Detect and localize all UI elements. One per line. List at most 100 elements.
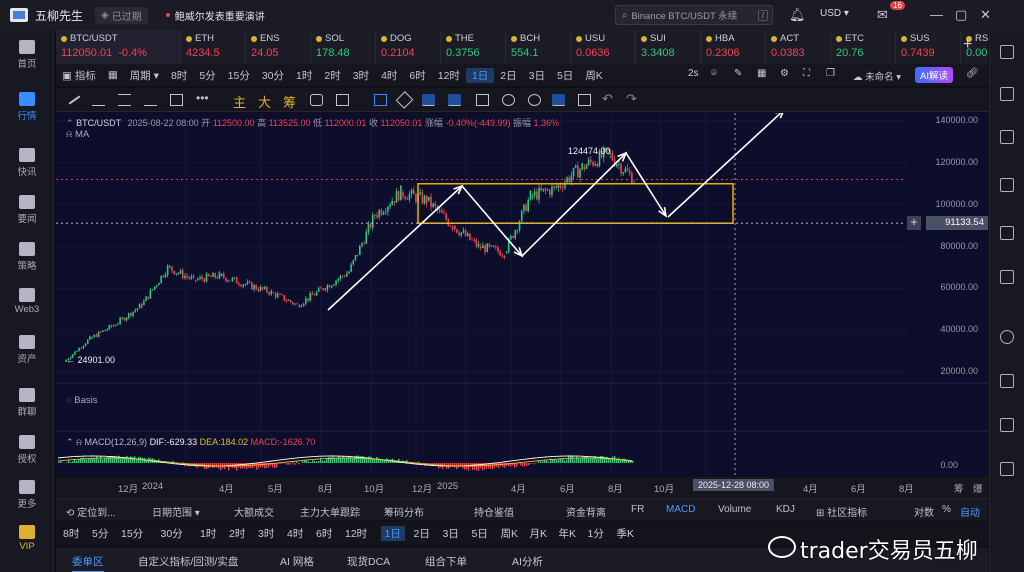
- nav-item-4[interactable]: 策略: [0, 242, 54, 272]
- nav-item-9[interactable]: 更多: [0, 480, 54, 510]
- trendline-tool-icon[interactable]: [68, 95, 81, 105]
- replay-icon[interactable]: [310, 94, 323, 106]
- percent-toggle[interactable]: %: [942, 504, 951, 515]
- timeframe-option[interactable]: 3时: [258, 526, 274, 541]
- fullscreen-icon[interactable]: ⛶: [803, 68, 810, 79]
- period-option[interactable]: 周K: [579, 68, 609, 83]
- period-option[interactable]: 4时: [375, 68, 403, 83]
- period-option[interactable]: 12时: [432, 68, 466, 83]
- timeframe-option[interactable]: 1日: [380, 526, 405, 541]
- minimize-icon[interactable]: —: [930, 7, 943, 23]
- bottom-tab[interactable]: 组合下单: [425, 554, 467, 569]
- timeframe-option[interactable]: 5分: [92, 526, 108, 541]
- search-input[interactable]: ⌕ Binance BTC/USDT 永续 /: [615, 5, 773, 25]
- parallel-channel-tool-icon[interactable]: [118, 94, 131, 106]
- ai-interpret-button[interactable]: AI解读: [915, 67, 953, 83]
- bottom-tab[interactable]: 自定义指标/回测/实盘: [138, 554, 238, 569]
- period-option[interactable]: 30分: [256, 68, 290, 83]
- close-icon[interactable]: ✕: [980, 7, 991, 23]
- layers-icon[interactable]: [1000, 226, 1014, 240]
- period-option[interactable]: 1时: [290, 68, 318, 83]
- period-option[interactable]: 6时: [403, 68, 431, 83]
- ticker-item[interactable]: SUI 3.3408: [636, 30, 701, 64]
- period-option[interactable]: 15分: [222, 68, 256, 83]
- layout-select[interactable]: ☁ 未命名 ▾: [853, 69, 901, 83]
- indicator-button[interactable]: ▣ 指标: [56, 68, 102, 83]
- indicator-tab[interactable]: 主力大单跟踪: [300, 504, 360, 519]
- ticker-item[interactable]: DOG 0.2104: [376, 30, 441, 64]
- clipboard-icon[interactable]: [476, 94, 489, 106]
- settings-icon[interactable]: ⚙: [780, 68, 789, 79]
- magnet-icon[interactable]: [502, 94, 515, 106]
- auto-scale-toggle[interactable]: 自动: [960, 504, 980, 519]
- timeframe-option[interactable]: 2时: [229, 526, 245, 541]
- trash-icon[interactable]: [578, 94, 591, 106]
- select-tool-icon[interactable]: [374, 94, 387, 106]
- eye-icon[interactable]: [528, 94, 541, 106]
- timeframe-option[interactable]: 6时: [316, 526, 332, 541]
- nav-item-6[interactable]: 资产: [0, 335, 54, 365]
- link-icon[interactable]: 🔗︎: [966, 68, 979, 79]
- ticker-item[interactable]: ENS 24.05: [246, 30, 311, 64]
- bars-icon[interactable]: [336, 94, 349, 106]
- timeframe-option[interactable]: 15分: [121, 526, 143, 541]
- log-scale-toggle[interactable]: 对数: [914, 504, 934, 519]
- currency-select[interactable]: USD ▾: [820, 8, 849, 19]
- window-icon[interactable]: ❐: [826, 68, 835, 79]
- timeframe-option[interactable]: 月K: [530, 526, 548, 541]
- indicator-tab[interactable]: Volume: [718, 504, 751, 515]
- bottom-tab[interactable]: AI 网格: [280, 554, 314, 569]
- indicator-tab[interactable]: 大额成交: [234, 504, 274, 519]
- bottom-tab[interactable]: AI分析: [512, 554, 543, 569]
- maximize-icon[interactable]: ▢: [955, 7, 967, 23]
- macd-indicator-label[interactable]: ⌃ ⍾ MACD(12,26,9) DIF:-629.33 DEA:184.02…: [66, 437, 315, 448]
- period-option[interactable]: 2日: [494, 68, 522, 83]
- filter-icon[interactable]: [552, 94, 565, 106]
- main-force-tool[interactable]: 主: [233, 92, 246, 111]
- indicator-tab[interactable]: 资金背离: [566, 504, 606, 519]
- ticker-item[interactable]: THE 0.3756: [441, 30, 506, 64]
- period-option[interactable]: 5分: [193, 68, 221, 83]
- panel-icon[interactable]: [1000, 270, 1014, 284]
- locate-button[interactable]: ⟲ 定位到...: [66, 504, 116, 519]
- period-option[interactable]: 8时: [165, 68, 193, 83]
- price-chart[interactable]: ⌃ BTC/USDT 2025-08-22 08:00 开 112500.00 …: [56, 113, 988, 476]
- timeframe-option[interactable]: 3日: [443, 526, 459, 541]
- news-headline[interactable]: 鲍威尔发表重要演讲: [165, 8, 265, 23]
- basis-indicator-label[interactable]: ◌ Basis: [66, 395, 98, 406]
- period-option[interactable]: 3日: [523, 68, 551, 83]
- nav-item-2[interactable]: 快讯: [0, 148, 54, 178]
- timeframe-option[interactable]: 季K: [617, 526, 635, 541]
- undo-icon[interactable]: ↶: [602, 91, 613, 107]
- period-option[interactable]: 2时: [318, 68, 346, 83]
- more-tools-icon[interactable]: •••: [196, 91, 209, 105]
- add-tab-icon[interactable]: +: [963, 36, 972, 54]
- edit-icon[interactable]: ✎: [734, 68, 742, 79]
- chart-canvas[interactable]: [56, 113, 988, 476]
- horizontal-ray-tool-icon[interactable]: [92, 94, 105, 106]
- ticker-item[interactable]: BTC/USDT 112050.01 -0.4%: [56, 30, 181, 64]
- ticker-item[interactable]: HBA 0.2306: [701, 30, 766, 64]
- period-option[interactable]: 5日: [551, 68, 579, 83]
- nav-item-7[interactable]: 群聊: [0, 388, 54, 418]
- alarm-icon[interactable]: [1000, 374, 1014, 388]
- horizontal-line-tool-icon[interactable]: [144, 94, 157, 106]
- watchlist-icon[interactable]: [1000, 45, 1014, 59]
- large-order-tool[interactable]: 大: [258, 92, 271, 111]
- notes-icon[interactable]: [1000, 87, 1014, 101]
- indicator-tab[interactable]: 筹码分布: [384, 504, 424, 519]
- period-option[interactable]: 3时: [347, 68, 375, 83]
- nav-item-10[interactable]: VIP: [0, 525, 54, 552]
- ruler-icon[interactable]: [395, 91, 414, 109]
- interval-2s[interactable]: 2s: [688, 68, 699, 79]
- camera-icon[interactable]: ⌾: [711, 68, 717, 79]
- grid-icon[interactable]: ▦: [757, 68, 766, 79]
- layout-grid-icon[interactable]: ▦: [102, 69, 124, 81]
- indicator-tab[interactable]: KDJ: [776, 504, 795, 515]
- timeframe-option[interactable]: 周K: [501, 526, 519, 541]
- community-indicator-button[interactable]: ⊞ 社区指标: [816, 504, 867, 519]
- timeframe-option[interactable]: 年K: [559, 526, 577, 541]
- ticker-item[interactable]: ETH 4234.5: [181, 30, 246, 64]
- ticker-item[interactable]: SOL 178.48: [311, 30, 376, 64]
- layout-icon[interactable]: [1000, 462, 1014, 476]
